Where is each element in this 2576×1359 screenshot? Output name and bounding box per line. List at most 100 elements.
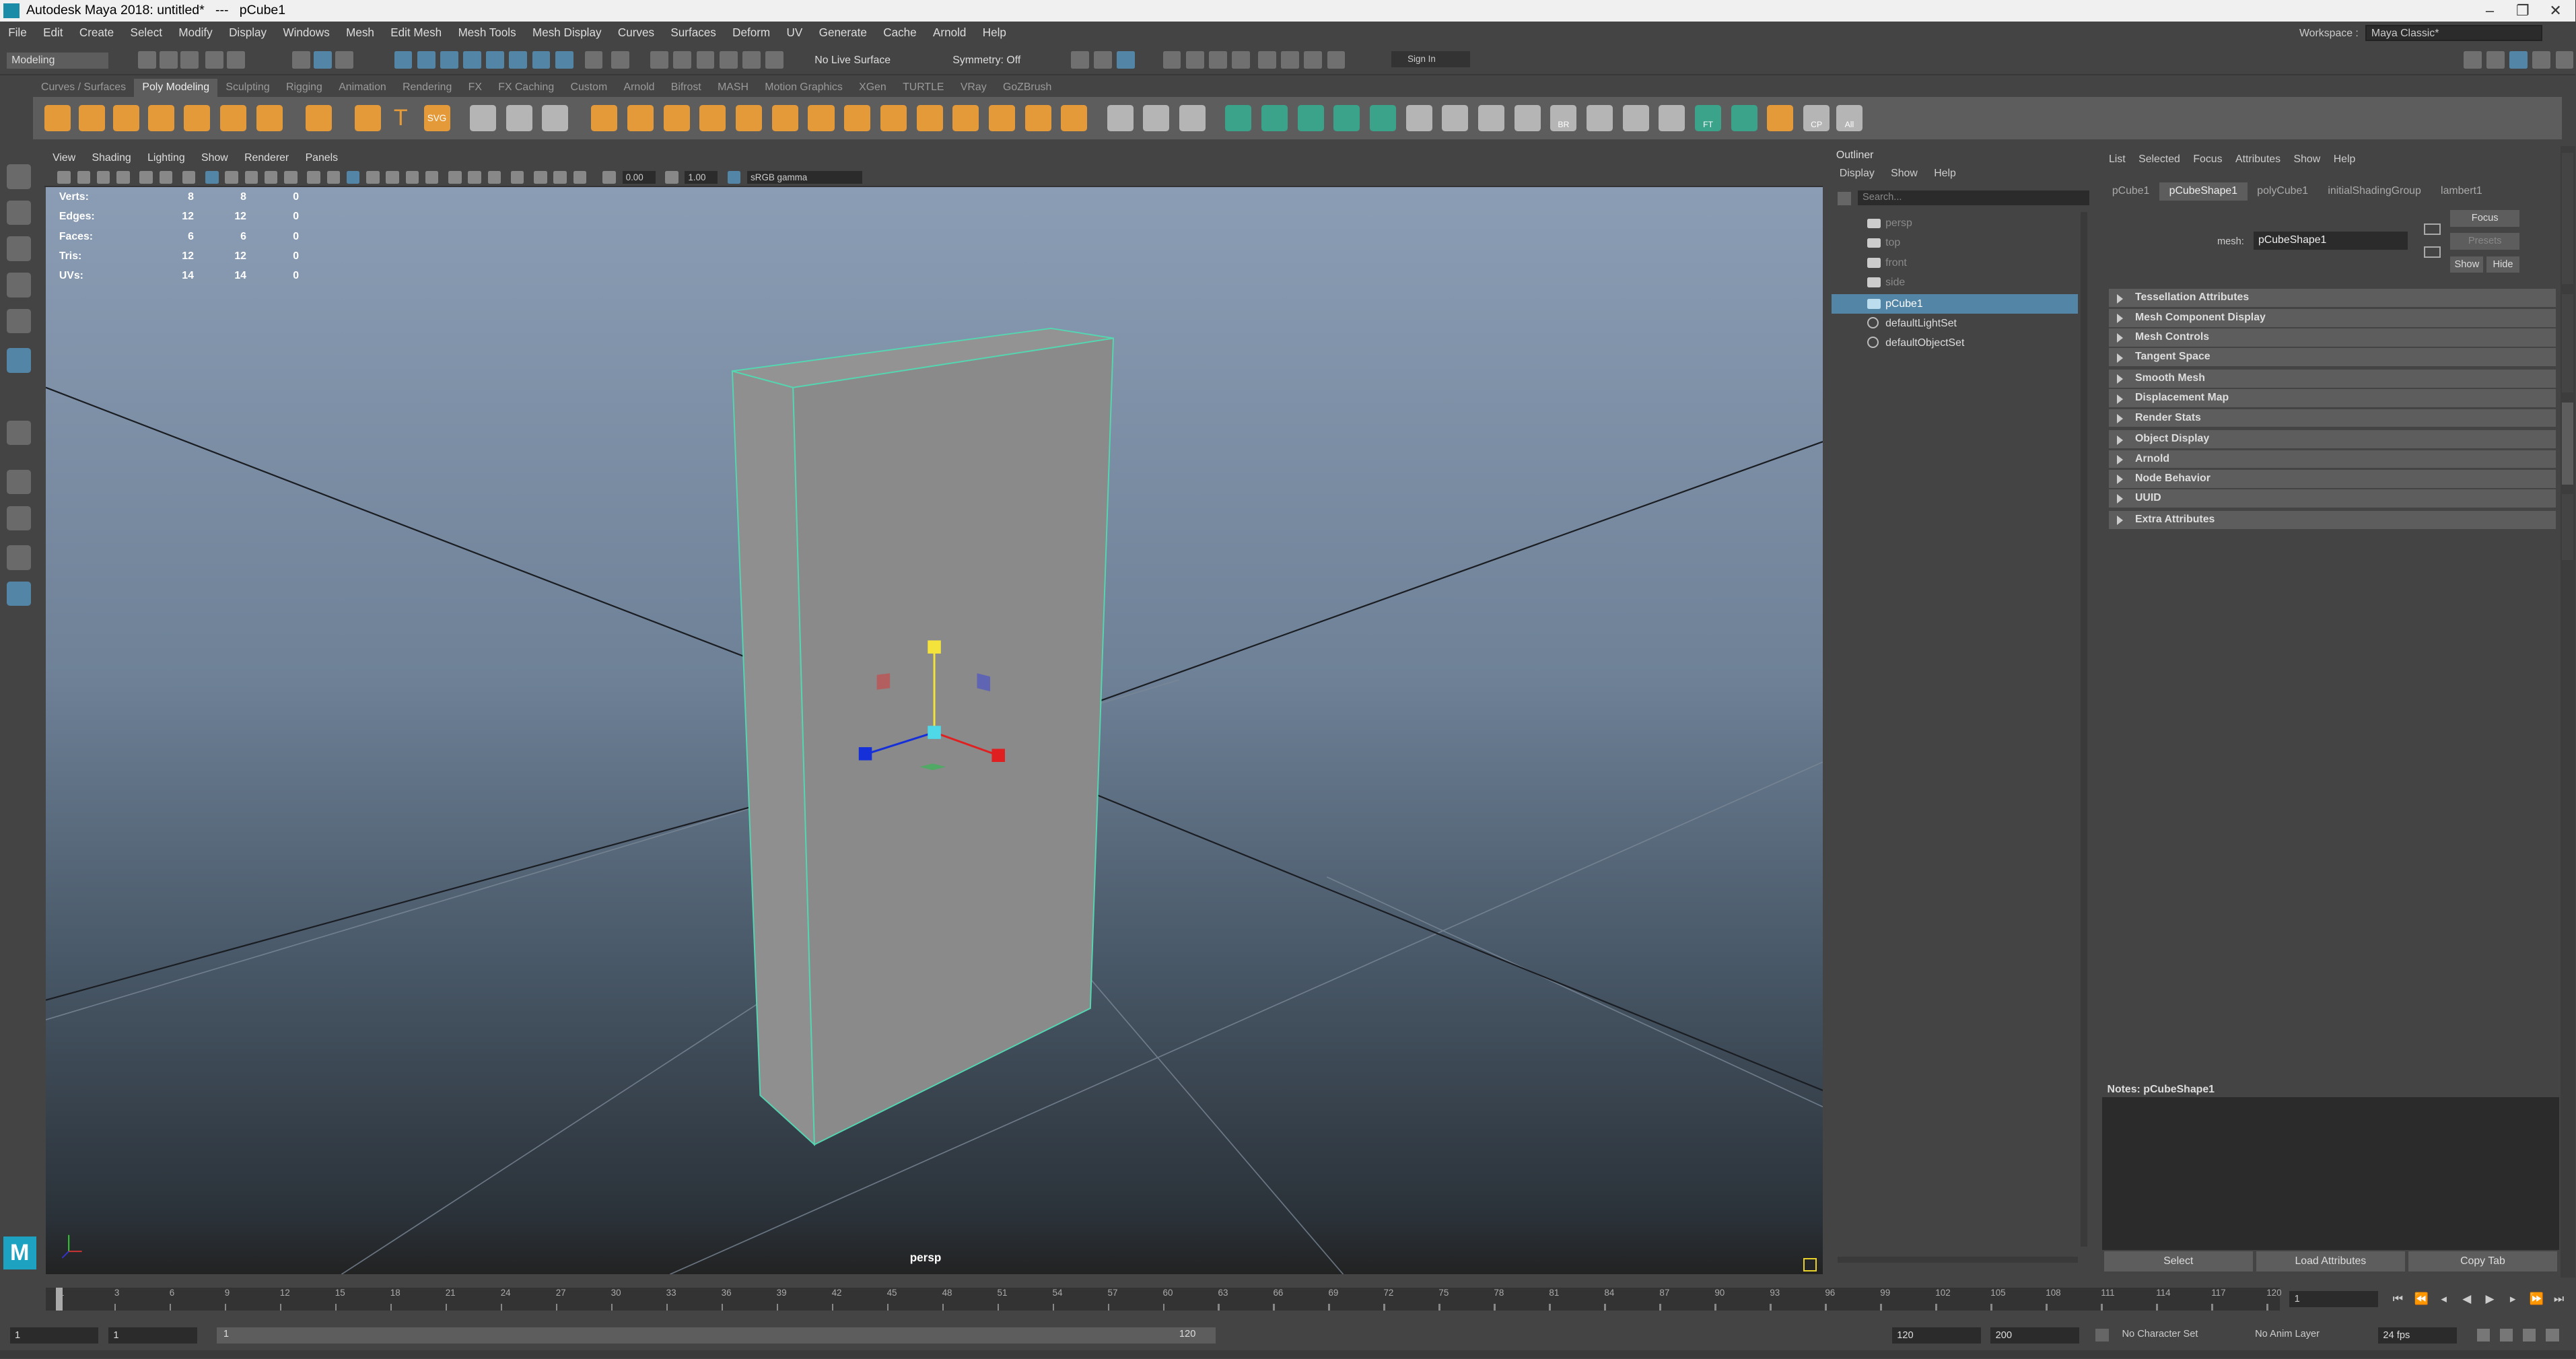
boolean-icon[interactable] — [663, 105, 690, 132]
use-all-lights-icon[interactable] — [405, 170, 419, 184]
outliner-search-input[interactable]: Search... — [1857, 190, 2089, 205]
ae-menu-help[interactable]: Help — [2327, 149, 2362, 169]
fill-hole-icon[interactable] — [808, 105, 835, 132]
all-tool-icon[interactable]: All — [1836, 105, 1863, 132]
shelf-tab-poly-modeling[interactable]: Poly Modeling — [134, 79, 218, 97]
save-scene-icon[interactable] — [180, 50, 199, 69]
history-icon-5[interactable] — [742, 50, 761, 69]
poly-torus-icon[interactable] — [184, 105, 211, 132]
offset-edge-loop-icon[interactable] — [1179, 105, 1206, 132]
panel-menu-view[interactable]: View — [44, 149, 83, 168]
last-tool-icon[interactable] — [6, 420, 32, 446]
menu-help[interactable]: Help — [975, 22, 1015, 44]
snap-point-icon[interactable] — [440, 50, 458, 69]
panel-menu-panels[interactable]: Panels — [297, 149, 346, 168]
menu-windows[interactable]: Windows — [275, 22, 338, 44]
snap-icon-8[interactable] — [555, 50, 573, 69]
remesh-icon[interactable] — [736, 105, 763, 132]
ae-tab-lambert1[interactable]: lambert1 — [2431, 182, 2492, 201]
paint-select-tool-icon[interactable] — [6, 236, 32, 261]
grid-icon[interactable] — [1622, 105, 1649, 132]
section-extra-attributes[interactable]: Extra Attributes — [2108, 510, 2556, 529]
gamma-field[interactable]: 1.00 — [685, 170, 718, 184]
render-view-icon[interactable] — [1185, 50, 1204, 69]
grid-toggle-icon[interactable] — [182, 170, 196, 184]
character-set-icon[interactable] — [2095, 1328, 2109, 1342]
svg-tool-icon[interactable]: SVG — [423, 105, 450, 132]
outliner-item-persp[interactable]: persp — [1832, 213, 2078, 233]
poly-cylinder-icon[interactable] — [113, 105, 140, 132]
bridge-icon[interactable] — [880, 105, 907, 132]
shelf-tool-icon-2[interactable] — [1767, 105, 1794, 132]
uv-cut-icon[interactable] — [1477, 105, 1505, 132]
layout-icon-2[interactable] — [2486, 50, 2505, 69]
snap-live-icon[interactable] — [486, 50, 505, 69]
default-material-icon[interactable] — [346, 170, 360, 184]
snap-curve-icon[interactable] — [417, 50, 436, 69]
current-time-marker[interactable] — [55, 1287, 63, 1311]
undo-icon[interactable] — [205, 50, 223, 69]
menu-file[interactable]: File — [0, 22, 35, 44]
play-forwards-icon[interactable]: ▶ — [2483, 1292, 2497, 1306]
workspace-value[interactable]: Maya Classic* — [2365, 24, 2543, 41]
menu-select[interactable]: Select — [122, 22, 170, 44]
mirror-icon[interactable] — [506, 105, 532, 132]
ae-menu-list[interactable]: List — [2102, 149, 2132, 169]
auto-key-icon[interactable] — [2522, 1328, 2536, 1342]
history-icon-1[interactable] — [650, 50, 669, 69]
combine-icon[interactable] — [542, 105, 569, 132]
ae-tab-initialshadinggroup[interactable]: initialShadingGroup — [2318, 182, 2431, 201]
side-tab-modeling-toolkit[interactable] — [2562, 293, 2574, 393]
history-icon-3[interactable] — [696, 50, 715, 69]
section-mesh-component-display[interactable]: Mesh Component Display — [2108, 308, 2556, 327]
section-tangent-space[interactable]: Tangent Space — [2108, 348, 2556, 367]
sound-icon[interactable] — [2499, 1328, 2513, 1342]
arnold-render-icon[interactable] — [1258, 50, 1276, 69]
shelf-tab-turtle[interactable]: TURTLE — [895, 79, 952, 97]
step-back-key-icon[interactable]: ⏪ — [2414, 1292, 2429, 1306]
bevel-icon[interactable] — [1024, 105, 1051, 132]
shelf-tab-bifrost[interactable]: Bifrost — [663, 79, 709, 97]
outliner-item-top[interactable]: top — [1832, 233, 2078, 252]
snap-view-plane-icon[interactable] — [463, 50, 481, 69]
textured-icon[interactable] — [386, 170, 399, 184]
arnold-ipr-icon[interactable] — [1281, 50, 1300, 69]
section-uuid[interactable]: UUID — [2108, 489, 2556, 508]
field-chart-icon[interactable] — [264, 170, 278, 184]
poly-disc-icon[interactable] — [256, 105, 283, 132]
hypershade-icon[interactable] — [1162, 50, 1181, 69]
shelf-tab-rigging[interactable]: Rigging — [278, 79, 330, 97]
layout-icon-5[interactable] — [2555, 50, 2574, 69]
type-tool-icon[interactable]: T — [388, 105, 414, 131]
animation-preferences-icon[interactable] — [2546, 1328, 2559, 1342]
panel-menu-shading[interactable]: Shading — [83, 149, 139, 168]
extract-icon[interactable] — [844, 105, 871, 132]
ft-tool-icon[interactable]: FT — [1695, 105, 1722, 132]
two-d-pan-icon[interactable] — [139, 170, 153, 184]
section-render-stats[interactable]: Render Stats — [2108, 409, 2556, 427]
pause-ipr-icon[interactable] — [1327, 50, 1346, 69]
outliner-hscrollbar[interactable] — [1838, 1256, 2078, 1263]
range-slider[interactable]: 1 120 — [217, 1327, 1216, 1344]
safe-action-icon[interactable] — [284, 170, 298, 184]
time-slider-track[interactable]: 1369121518212427303336394245485154576063… — [46, 1287, 2282, 1311]
reduce-icon[interactable] — [699, 105, 726, 132]
outliner-menu-display[interactable]: Display — [1832, 166, 1883, 182]
menu-mesh-tools[interactable]: Mesh Tools — [450, 22, 524, 44]
restore-icon[interactable]: ❐ — [2506, 0, 2539, 22]
view-transform-select[interactable]: sRGB gamma — [747, 170, 862, 184]
menu-create[interactable]: Create — [71, 22, 123, 44]
poke-icon[interactable] — [1061, 105, 1088, 132]
arnold-settings-icon[interactable] — [1304, 50, 1323, 69]
shelf-tab-gozbrush[interactable]: GoZBrush — [995, 79, 1060, 97]
separate-icon[interactable] — [591, 105, 618, 132]
exposure-field[interactable]: 0.00 — [622, 170, 656, 184]
xray-icon[interactable] — [533, 170, 547, 184]
outliner-item-defaultlightset[interactable]: defaultLightSet — [1832, 314, 2078, 333]
play-backwards-icon[interactable]: ◀ — [2460, 1292, 2474, 1306]
shelf-tab-xgen[interactable]: XGen — [851, 79, 895, 97]
ipr-icon[interactable] — [1094, 50, 1112, 69]
uv-checker-icon[interactable] — [1442, 105, 1469, 132]
go-to-end-icon[interactable]: ⏭ — [2552, 1292, 2566, 1306]
four-view-layout-icon[interactable] — [6, 506, 32, 531]
